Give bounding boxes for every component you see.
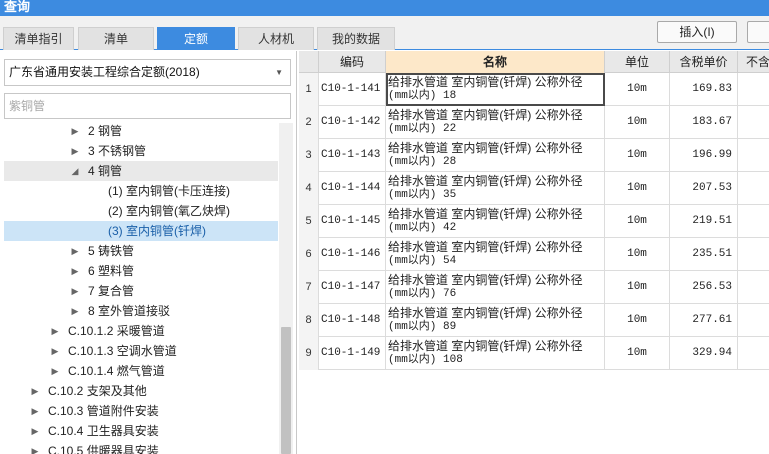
tab-bill-guide[interactable]: 清单指引 — [3, 27, 74, 50]
chevron-down-icon: ▼ — [275, 68, 283, 77]
table-row[interactable]: 1 C10-1-141 给排水管道 室内铜管(钎焊) 公称外径 (mm以内) 18… — [299, 73, 769, 106]
insert-button[interactable]: 插入(I) — [657, 21, 737, 43]
table-row[interactable]: 7 C10-1-147 给排水管道 室内铜管(钎焊) 公称外径 (mm以内) 76… — [299, 271, 769, 304]
tree-node-selected[interactable]: (3) 室内铜管(钎焊) — [4, 221, 278, 241]
expanded-triangle-icon[interactable]: ◢ — [70, 161, 80, 181]
chevron-right-icon[interactable]: ▶ — [30, 401, 40, 421]
tree-node[interactable]: ▶ C.10.5 供暖器具安装 — [4, 441, 278, 454]
tree-node[interactable]: (1) 室内铜管(卡压连接) — [4, 181, 278, 201]
chevron-right-icon[interactable]: ▶ — [30, 421, 40, 441]
tree-node[interactable]: ▶ C.10.1.3 空调水管道 — [4, 341, 278, 361]
chevron-right-icon[interactable]: ▶ — [70, 121, 80, 141]
chevron-right-icon[interactable]: ▶ — [70, 301, 80, 321]
tree-scrollbar-thumb[interactable] — [281, 327, 291, 454]
tree-node[interactable]: ▶ C.10.2 支架及其他 — [4, 381, 278, 401]
window-titlebar: 查询 — [0, 0, 769, 16]
header-price-excl-tax[interactable]: 不含 — [738, 51, 769, 73]
tree-node[interactable]: ▶ 3 不锈钢管 — [4, 141, 278, 161]
quota-grid: 编码 名称 单位 含税单价 不含 1 C10-1-141 给排水管道 室内铜管(… — [299, 51, 769, 454]
secondary-toolbar-button[interactable] — [747, 21, 769, 43]
chevron-right-icon[interactable]: ▶ — [30, 381, 40, 401]
chevron-right-icon[interactable]: ▶ — [70, 141, 80, 161]
tree-node[interactable]: ▶ C.10.4 卫生器具安装 — [4, 421, 278, 441]
tab-quota[interactable]: 定额 — [157, 27, 235, 50]
tree-node[interactable]: ▶ 2 钢管 — [4, 121, 278, 141]
header-code[interactable]: 编码 — [319, 51, 386, 73]
chevron-right-icon[interactable]: ▶ — [50, 321, 60, 341]
header-name[interactable]: 名称 — [386, 51, 605, 73]
chapter-tree: ▶ 2 钢管 ▶ 3 不锈钢管 ◢ 4 铜管 (1) 室内铜管(卡压连接) (2… — [0, 121, 278, 454]
table-row[interactable]: 3 C10-1-143 给排水管道 室内铜管(钎焊) 公称外径 (mm以内) 28… — [299, 139, 769, 172]
tab-labor-material-machine[interactable]: 人材机 — [238, 27, 314, 50]
tree-node[interactable]: ▶ C.10.1.2 采暖管道 — [4, 321, 278, 341]
tree-scrollbar[interactable] — [279, 123, 293, 454]
tab-my-data[interactable]: 我的数据 — [317, 27, 395, 50]
table-row[interactable]: 5 C10-1-145 给排水管道 室内铜管(钎焊) 公称外径 (mm以内) 42… — [299, 205, 769, 238]
search-input[interactable] — [4, 93, 291, 119]
tree-node[interactable]: ▶ 8 室外管道接驳 — [4, 301, 278, 321]
tree-node[interactable]: ▶ C.10.3 管道附件安装 — [4, 401, 278, 421]
header-rownum — [299, 51, 319, 73]
header-price-incl-tax[interactable]: 含税单价 — [670, 51, 738, 73]
tab-bar: 清单指引 清单 定额 人材机 我的数据 — [0, 16, 769, 50]
chevron-right-icon[interactable]: ▶ — [70, 261, 80, 281]
table-row[interactable]: 2 C10-1-142 给排水管道 室内铜管(钎焊) 公称外径 (mm以内) 22… — [299, 106, 769, 139]
window-title: 查询 — [4, 0, 31, 14]
table-row[interactable]: 6 C10-1-146 给排水管道 室内铜管(钎焊) 公称外径 (mm以内) 54… — [299, 238, 769, 271]
tree-node[interactable]: (2) 室内铜管(氧乙炔焊) — [4, 201, 278, 221]
tree-node[interactable]: ▶ 5 铸铁管 — [4, 241, 278, 261]
table-row[interactable]: 4 C10-1-144 给排水管道 室内铜管(钎焊) 公称外径 (mm以内) 35… — [299, 172, 769, 205]
chevron-right-icon[interactable]: ▶ — [50, 341, 60, 361]
tree-node[interactable]: ◢ 4 铜管 — [4, 161, 278, 181]
header-unit[interactable]: 单位 — [605, 51, 670, 73]
library-select[interactable]: 广东省通用安装工程综合定额(2018) ▼ — [4, 59, 291, 86]
table-row[interactable]: 8 C10-1-148 给排水管道 室内铜管(钎焊) 公称外径 (mm以内) 89… — [299, 304, 769, 337]
tab-bill[interactable]: 清单 — [78, 27, 154, 50]
tree-node[interactable]: ▶ 6 塑料管 — [4, 261, 278, 281]
left-panel: 广东省通用安装工程综合定额(2018) ▼ ▶ 2 钢管 ▶ 3 不锈钢管 ◢ … — [0, 51, 297, 454]
library-select-value: 广东省通用安装工程综合定额(2018) — [9, 65, 200, 79]
table-row[interactable]: 9 C10-1-149 给排水管道 室内铜管(钎焊) 公称外径 (mm以内) 10… — [299, 337, 769, 370]
tree-node[interactable]: ▶ C.10.1.4 燃气管道 — [4, 361, 278, 381]
grid-header: 编码 名称 单位 含税单价 不含 — [299, 51, 769, 73]
chevron-right-icon[interactable]: ▶ — [30, 441, 40, 454]
chevron-right-icon[interactable]: ▶ — [70, 241, 80, 261]
chevron-right-icon[interactable]: ▶ — [50, 361, 60, 381]
chevron-right-icon[interactable]: ▶ — [70, 281, 80, 301]
tree-node[interactable]: ▶ 7 复合管 — [4, 281, 278, 301]
